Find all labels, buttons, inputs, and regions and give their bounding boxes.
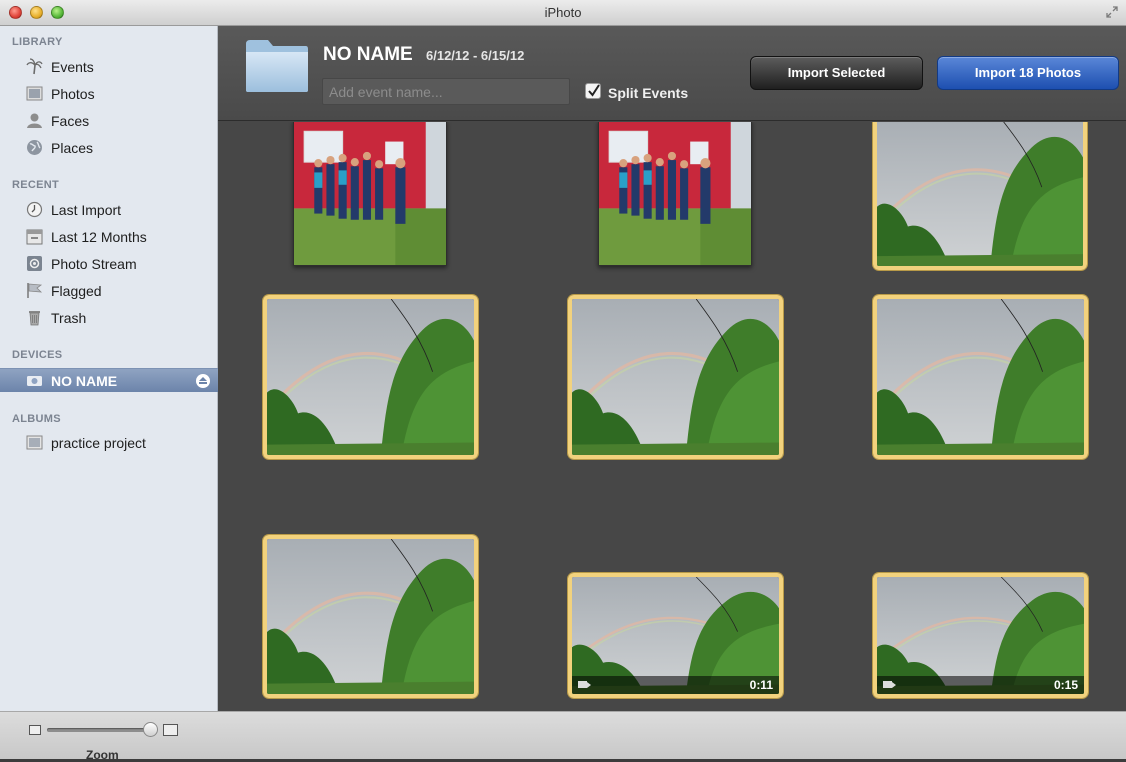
event-dates: 6/12/12 - 6/15/12 [426, 48, 525, 63]
album-icon [26, 435, 43, 450]
globe-icon [27, 140, 42, 155]
photo-image [877, 122, 1083, 266]
zoom-in-icon[interactable] [163, 724, 178, 736]
video-thumbnail-selected[interactable]: 0:11 [568, 573, 783, 698]
photo-image [267, 299, 474, 455]
event-title: NO NAME [323, 44, 413, 65]
photo-thumbnail[interactable] [598, 122, 752, 266]
sidebar: LIBRARY Events Photos Faces Places RECEN… [0, 26, 218, 711]
sidebar-item-photos[interactable]: Photos [0, 82, 218, 106]
split-events-label[interactable]: Split Events [608, 85, 688, 101]
sidebar-heading-recent: RECENT [12, 179, 60, 191]
camera-device-icon [27, 376, 42, 386]
zoom-slider-track[interactable] [47, 728, 151, 732]
sidebar-heading-library: LIBRARY [12, 36, 63, 48]
photo-thumbnail[interactable] [293, 122, 447, 266]
sidebar-item-places[interactable]: Places [0, 136, 218, 160]
sidebar-item-photo-stream[interactable]: Photo Stream [0, 252, 218, 276]
sidebar-item-label: Last Import [51, 202, 122, 218]
sidebar-item-label: Last 12 Months [51, 229, 147, 245]
video-camera-icon [883, 681, 892, 688]
sidebar-item-label: Photos [51, 86, 95, 102]
sidebar-item-label: NO NAME [51, 373, 118, 389]
photo-grid: 0:11 0:15 [218, 122, 1126, 711]
video-camera-icon [578, 681, 587, 688]
sidebar-item-label: practice project [51, 435, 146, 451]
photo-image [267, 539, 474, 694]
video-duration: 0:15 [1053, 678, 1078, 692]
zoom-label: Zoom [86, 748, 119, 762]
folder-icon [246, 40, 308, 92]
video-duration: 0:11 [749, 678, 773, 692]
video-info-bar: 0:11 [572, 676, 779, 694]
fullscreen-icon[interactable] [1106, 6, 1118, 18]
sidebar-item-no-name-device[interactable]: NO NAME [0, 368, 218, 392]
clock-icon [26, 201, 43, 218]
photo-image [572, 299, 779, 455]
sidebar-item-label: Faces [51, 113, 90, 129]
sidebar-item-trash[interactable]: Trash [0, 306, 218, 330]
title-bar: iPhoto [0, 0, 1126, 26]
photos-icon [26, 86, 43, 101]
zoom-slider-knob[interactable] [143, 722, 158, 737]
photo-thumbnail-selected[interactable] [263, 295, 478, 459]
event-name-input[interactable] [322, 78, 570, 105]
photo-image [877, 299, 1084, 455]
import-header: NO NAME 6/12/12 - 6/15/12 Split Events I… [218, 26, 1126, 121]
photo-thumbnail-selected[interactable] [263, 535, 478, 698]
import-selected-button[interactable]: Import Selected [750, 56, 923, 90]
photo-stream-icon [27, 256, 42, 271]
sidebar-item-faces[interactable]: Faces [0, 109, 218, 133]
palm-tree-icon [26, 58, 43, 75]
sidebar-item-flagged[interactable]: Flagged [0, 279, 218, 303]
flag-icon [27, 283, 43, 298]
bottom-toolbar: Zoom [0, 711, 1126, 762]
window-title: iPhoto [544, 5, 582, 20]
sidebar-item-practice-project[interactable]: practice project [0, 431, 218, 455]
photo-thumbnail-selected[interactable] [873, 122, 1087, 270]
photo-image [599, 122, 751, 265]
sidebar-item-label: Flagged [51, 283, 102, 299]
checkmark-icon [588, 84, 600, 97]
sidebar-item-last-import[interactable]: Last Import [0, 198, 218, 222]
sidebar-heading-devices: DEVICES [12, 349, 63, 361]
import-all-photos-button[interactable]: Import 18 Photos [937, 56, 1119, 90]
photo-thumbnail-selected[interactable] [873, 295, 1088, 459]
split-events-checkbox[interactable] [585, 83, 601, 99]
sidebar-item-label: Events [51, 59, 94, 75]
sidebar-item-label: Photo Stream [51, 256, 137, 272]
sidebar-heading-albums: ALBUMS [12, 413, 61, 425]
zoom-out-icon[interactable] [29, 725, 41, 735]
trash-icon [29, 311, 40, 326]
calendar-icon [26, 229, 43, 245]
photo-image [294, 122, 446, 265]
sidebar-item-label: Places [51, 140, 94, 156]
video-info-bar: 0:15 [877, 676, 1084, 694]
video-thumbnail-selected[interactable]: 0:15 [873, 573, 1088, 698]
sidebar-item-label: Trash [51, 310, 87, 326]
photo-thumbnail-selected[interactable] [568, 295, 783, 459]
faces-icon [27, 113, 42, 128]
eject-icon[interactable] [196, 374, 210, 388]
iphoto-window: iPhoto LIBRARY Events Photos Faces Place… [0, 0, 1126, 762]
sidebar-item-events[interactable]: Events [0, 55, 218, 79]
sidebar-item-last-12-months[interactable]: Last 12 Months [0, 225, 218, 249]
